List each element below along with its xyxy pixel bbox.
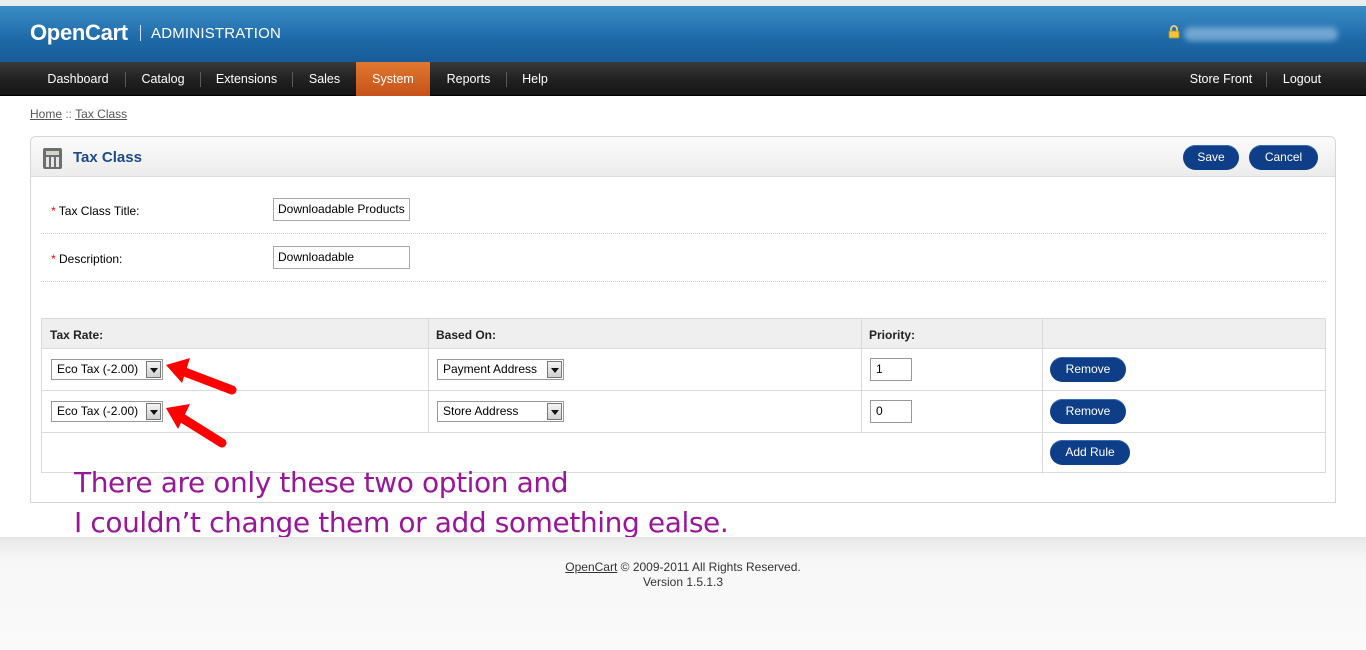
chevron-down-icon[interactable] (547, 361, 562, 378)
tax-class-title-label-text: Tax Class Title: (58, 204, 140, 218)
based-on-select-value: Store Address (443, 404, 519, 418)
menu-store-front[interactable]: Store Front (1176, 62, 1266, 96)
menu-help[interactable]: Help (507, 62, 563, 96)
panel-header: Tax Class Save Cancel (31, 137, 1335, 177)
remove-rule-button[interactable]: Remove (1050, 399, 1126, 424)
user-info-redacted (1184, 27, 1338, 41)
tax-rate-select[interactable]: Eco Tax (-2.00) (51, 359, 163, 380)
breadcrumb-separator: :: (62, 107, 76, 121)
priority-input[interactable]: 0 (870, 400, 912, 423)
column-header-tax-rate: Tax Rate: (50, 328, 104, 342)
chevron-down-icon[interactable] (146, 403, 161, 420)
footer-opencart-link[interactable]: OpenCart (565, 560, 617, 574)
menu-catalog[interactable]: Catalog (126, 62, 200, 96)
annotation-text: There are only these two option and I co… (74, 463, 729, 543)
footer-text: OpenCart © 2009-2011 All Rights Reserved… (0, 560, 1366, 590)
menu-reports[interactable]: Reports (431, 62, 506, 96)
description-label: * Description: (51, 252, 122, 266)
column-header-priority: Priority: (869, 328, 916, 342)
tax-class-title-label: * Tax Class Title: (51, 204, 140, 218)
chevron-down-icon[interactable] (146, 361, 161, 378)
description-row: * Description: Downloadable (41, 234, 1326, 282)
annotation-arrows (166, 358, 237, 448)
menu-extensions[interactable]: Extensions (201, 62, 292, 96)
header-subtitle: ADMINISTRATION (151, 25, 282, 42)
priority-input[interactable]: 1 (870, 358, 912, 381)
description-input[interactable]: Downloadable (273, 246, 410, 269)
cancel-button[interactable]: Cancel (1249, 145, 1318, 170)
column-divider (861, 319, 862, 433)
tax-rate-select[interactable]: Eco Tax (-2.00) (51, 401, 163, 422)
column-header-based-on: Based On: (436, 328, 497, 342)
required-mark: * (51, 252, 56, 266)
table-header: Tax Rate: Based On: Priority: (42, 319, 1325, 349)
based-on-select[interactable]: Payment Address (437, 359, 564, 380)
footer-copyright: © 2009-2011 All Rights Reserved. (617, 560, 801, 574)
tax-class-title-row: * Tax Class Title: Downloadable Products (41, 186, 1326, 234)
main-menu: Dashboard Catalog Extensions Sales Syste… (0, 62, 1366, 96)
header: OpenCart ADMINISTRATION (0, 6, 1366, 62)
save-button[interactable]: Save (1183, 145, 1239, 170)
page-title: Tax Class (73, 149, 142, 166)
breadcrumb-current[interactable]: Tax Class (75, 107, 127, 121)
column-divider (1042, 319, 1043, 474)
calculator-icon (43, 148, 62, 169)
tax-class-title-input[interactable]: Downloadable Products (273, 198, 410, 221)
based-on-select-value: Payment Address (443, 362, 538, 376)
footer-version: Version 1.5.1.3 (642, 575, 724, 589)
menu-system[interactable]: System (356, 62, 430, 96)
description-label-text: Description: (59, 252, 123, 266)
add-rule-button[interactable]: Add Rule (1050, 440, 1130, 465)
breadcrumb-home[interactable]: Home (30, 107, 62, 121)
logo[interactable]: OpenCart (30, 20, 128, 46)
annotation-line-1: There are only these two option and (74, 466, 569, 499)
menu-sales[interactable]: Sales (293, 62, 356, 96)
menu-logout[interactable]: Logout (1267, 62, 1337, 96)
tax-rate-select-value: Eco Tax (-2.00) (57, 404, 139, 418)
breadcrumb: Home :: Tax Class (30, 107, 127, 121)
logo-divider (140, 25, 141, 41)
arrow-icon (166, 358, 237, 395)
menu-dashboard[interactable]: Dashboard (31, 62, 125, 96)
tax-rate-select-value: Eco Tax (-2.00) (57, 362, 139, 376)
footer: OpenCart © 2009-2011 All Rights Reserved… (0, 537, 1366, 650)
lock-icon (1168, 25, 1180, 39)
required-mark: * (51, 204, 56, 218)
column-divider (428, 319, 429, 433)
remove-rule-button[interactable]: Remove (1050, 357, 1126, 382)
chevron-down-icon[interactable] (547, 403, 562, 420)
arrow-icon (166, 404, 227, 448)
based-on-select[interactable]: Store Address (437, 401, 564, 422)
